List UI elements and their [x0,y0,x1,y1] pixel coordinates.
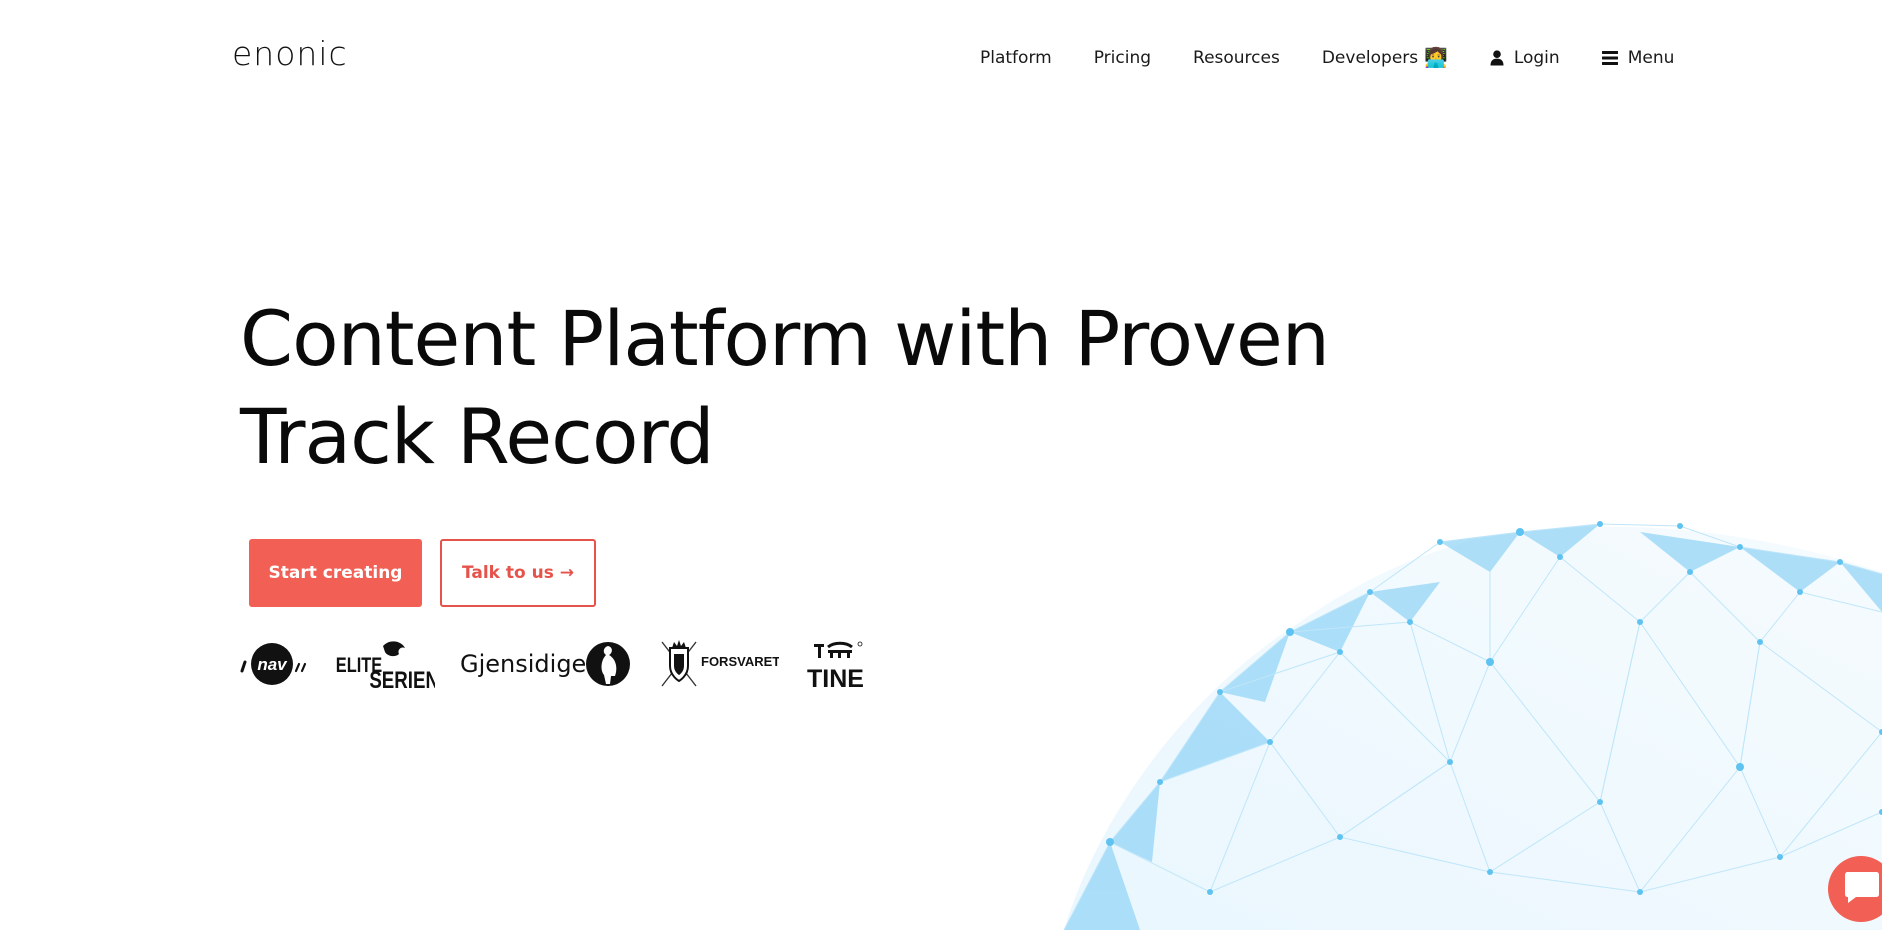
nav-resources-label: Resources [1193,48,1280,68]
hero-title-line1: Content Platform with Proven [240,294,1330,383]
nav-resources[interactable]: Resources [1193,48,1280,68]
nav-platform-label: Platform [980,48,1052,68]
nav-pricing-label: Pricing [1093,48,1152,68]
eliteserien-logo-bottom: SERIEN [369,667,435,692]
hero-title: Content Platform with Proven Track Recor… [240,290,1440,486]
nav-logo: nav [238,636,310,692]
nav-login-label: Login [1513,48,1560,68]
eliteserien-logo: ELITE SERIEN [335,636,435,692]
forsvaret-logo: FORSVARET [659,636,779,692]
nav-platform[interactable]: Platform [980,48,1052,68]
user-icon [1490,50,1504,66]
tine-logo-text: TINE [807,665,864,692]
nav-logo-text: nav [257,655,288,674]
hero-title-line2: Track Record [240,392,715,481]
forsvaret-logo-text: FORSVARET [701,654,779,669]
nav-menu[interactable]: Menu [1601,48,1675,68]
nav-menu-label: Menu [1627,48,1675,68]
chat-icon [1845,872,1879,903]
hamburger-menu-icon [1601,51,1618,65]
main-nav: Platform Pricing Resources Developers 👩‍… [980,44,1674,72]
developer-emoji-icon: 👩‍💻 [1424,47,1448,69]
start-creating-button[interactable]: Start creating [249,539,422,607]
enonic-logo[interactable]: enonic [232,36,348,72]
tine-logo: TINE [806,636,870,692]
talk-to-us-button[interactable]: Talk to us → [440,539,596,607]
gjensidige-logo: Gjensidige [460,636,630,692]
page: enonic Platform Pricing Resources Develo… [0,0,1882,930]
nav-developers[interactable]: Developers 👩‍💻 [1322,48,1448,68]
gjensidige-logo-text: Gjensidige [460,650,586,678]
nav-developers-label: Developers [1321,48,1419,68]
network-globe-illustration [1063,521,1882,930]
nav-login[interactable]: Login [1490,48,1560,68]
nav-pricing[interactable]: Pricing [1094,48,1151,68]
